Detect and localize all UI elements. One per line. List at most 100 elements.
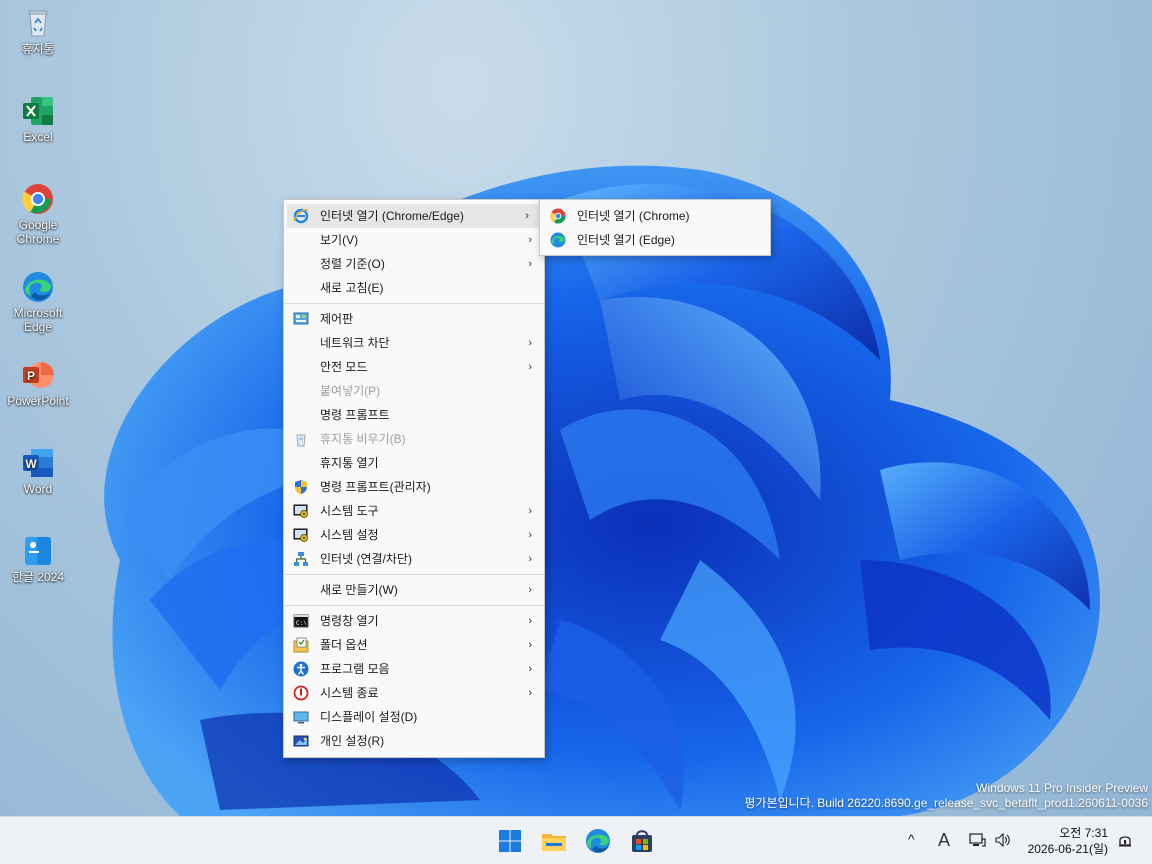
volume-icon [994, 831, 1012, 852]
taskbar: ^ A 오전 7:31 2026-06-21(일) [0, 816, 1152, 864]
desktop-icon-word[interactable]: W Word [4, 446, 72, 496]
word-icon: W [21, 446, 55, 480]
desktop-icon-hangul[interactable]: 한글 2024 [4, 534, 72, 584]
svg-text:W: W [25, 457, 37, 471]
submenu-item-label: 인터넷 열기 (Chrome) [577, 209, 690, 223]
notification-button[interactable] [1114, 817, 1136, 864]
network-tray-button[interactable] [966, 817, 988, 864]
chevron-right-icon: › [528, 584, 532, 596]
network-icon [968, 831, 986, 852]
desktop-icon-label: 휴지통 [21, 42, 55, 56]
menu-item-label: 제어판 [320, 312, 354, 326]
system-settings-icon [293, 527, 309, 543]
ime-label: A [938, 830, 951, 850]
menu-item-system-tools[interactable]: 시스템 도구 › [284, 499, 544, 523]
menu-item-label: 정렬 기준(O) [320, 257, 385, 271]
desktop-icon-edge[interactable]: Microsoft Edge [4, 270, 72, 334]
menu-item-label: 보기(V) [320, 233, 359, 247]
menu-item-safe-mode[interactable]: 안전 모드 › [284, 355, 544, 379]
menu-item-command-prompt[interactable]: 명령 프롬프트 [284, 403, 544, 427]
chevron-right-icon: › [528, 687, 532, 699]
start-icon [494, 830, 526, 860]
menu-item-label: 휴지통 비우기(B) [320, 432, 406, 446]
menu-item-label: 새로 고침(E) [320, 281, 384, 295]
menu-item-system-settings[interactable]: 시스템 설정 › [284, 523, 544, 547]
system-tools-icon [293, 503, 309, 519]
menu-item-empty-recycle-bin: 휴지통 비우기(B) [284, 427, 544, 451]
menu-item-open-cmd-window[interactable]: C:\ 명령창 열기 › [284, 609, 544, 633]
menu-item-new[interactable]: 새로 만들기(W) › [284, 578, 544, 602]
menu-item-control-panel[interactable]: 제어판 [284, 307, 544, 331]
control-panel-icon [293, 311, 309, 327]
menu-item-label: 붙여넣기(P) [320, 384, 381, 398]
menu-item-label: 인터넷 열기 (Chrome/Edge) [320, 209, 464, 223]
menu-item-folder-options[interactable]: 폴더 옵션 › [284, 633, 544, 657]
power-icon [293, 685, 309, 701]
menu-item-label: 개인 설정(R) [320, 734, 385, 748]
tray-overflow-button[interactable]: ^ [906, 817, 924, 864]
submenu-item-open-chrome[interactable]: 인터넷 열기 (Chrome) [540, 204, 770, 228]
menu-item-shutdown[interactable]: 시스템 종료 › [284, 681, 544, 705]
menu-item-sort-by[interactable]: 정렬 기준(O) › [284, 252, 544, 276]
menu-item-command-prompt-admin[interactable]: 명령 프롬프트(관리자) [284, 475, 544, 499]
menu-item-display-settings[interactable]: 디스플레이 설정(D) [284, 705, 544, 729]
taskbar-clock[interactable]: 오전 7:31 2026-06-21(일) [1028, 825, 1108, 857]
chevron-right-icon: › [528, 337, 532, 349]
edge-icon [550, 232, 566, 248]
svg-text:C:\: C:\ [296, 620, 307, 627]
menu-item-internet-toggle[interactable]: 인터넷 (연결/차단) › [284, 547, 544, 571]
ie-icon [293, 208, 309, 224]
start-button[interactable] [494, 825, 526, 857]
menu-separator [284, 574, 544, 575]
menu-item-refresh[interactable]: 새로 고침(E) [284, 276, 544, 300]
desktop-icon-label-line1: Google [18, 218, 58, 232]
internet-submenu: 인터넷 열기 (Chrome) 인터넷 열기 (Edge) [539, 199, 771, 256]
recycle-bin-icon [293, 431, 309, 447]
chevron-right-icon: › [528, 663, 532, 675]
desktop-icon-recycle-bin[interactable]: 휴지통 [4, 6, 72, 56]
menu-item-open-internet[interactable]: 인터넷 열기 (Chrome/Edge) › [287, 204, 541, 228]
chevron-right-icon: › [528, 529, 532, 541]
store-icon [626, 830, 658, 860]
menu-item-label: 프로그램 모음 [320, 662, 390, 676]
menu-item-label: 안전 모드 [320, 360, 368, 374]
desktop-icon-powerpoint[interactable]: P PowerPoint [4, 358, 72, 408]
menu-item-label: 네트워크 차단 [320, 336, 390, 350]
menu-item-view[interactable]: 보기(V) › [284, 228, 544, 252]
desktop-icon-excel[interactable]: Excel [4, 94, 72, 144]
desktop-icon-chrome[interactable]: Google Chrome [4, 182, 72, 246]
menu-item-personalize[interactable]: 개인 설정(R) [284, 729, 544, 753]
recycle-bin-icon [21, 6, 55, 40]
desktop-context-menu: 인터넷 열기 (Chrome/Edge) › 보기(V) › 정렬 기준(O) … [283, 199, 545, 758]
chevron-right-icon: › [525, 210, 529, 222]
chevron-right-icon: › [528, 639, 532, 651]
menu-separator [284, 605, 544, 606]
hangul-icon [21, 534, 55, 568]
menu-item-label: 폴더 옵션 [320, 638, 368, 652]
chrome-icon [21, 182, 55, 216]
menu-item-label: 명령 프롬프트 [320, 408, 390, 422]
menu-item-label: 휴지통 열기 [320, 456, 379, 470]
desktop-icon-label-line1: Microsoft [13, 306, 63, 320]
menu-item-network-block[interactable]: 네트워크 차단 › [284, 331, 544, 355]
volume-tray-button[interactable] [992, 817, 1014, 864]
desktop-icon-label-line2: Chrome [16, 232, 60, 246]
display-icon [293, 709, 309, 725]
store-button[interactable] [626, 825, 658, 857]
clock-time: 오전 7:31 [1059, 826, 1108, 840]
desktop-icon-label-line2: Edge [23, 320, 53, 334]
file-explorer-button[interactable] [538, 825, 570, 857]
submenu-item-open-edge[interactable]: 인터넷 열기 (Edge) [540, 228, 770, 252]
cmd-icon: C:\ [293, 613, 309, 629]
menu-item-program-collection[interactable]: 프로그램 모음 › [284, 657, 544, 681]
ime-indicator[interactable]: A [936, 817, 956, 864]
svg-text:P: P [27, 369, 35, 383]
edge-taskbar-button[interactable] [582, 825, 614, 857]
chevron-right-icon: › [528, 553, 532, 565]
watermark-line2: 평가본입니다. Build 26220.8690.ge_release_svc_… [744, 796, 1148, 810]
menu-item-open-recycle-bin[interactable]: 휴지통 열기 [284, 451, 544, 475]
powerpoint-icon: P [21, 358, 55, 392]
chrome-icon [550, 208, 566, 224]
menu-item-label: 시스템 도구 [320, 504, 379, 518]
windows-watermark: Windows 11 Pro Insider Preview 평가본입니다. B… [744, 781, 1148, 811]
